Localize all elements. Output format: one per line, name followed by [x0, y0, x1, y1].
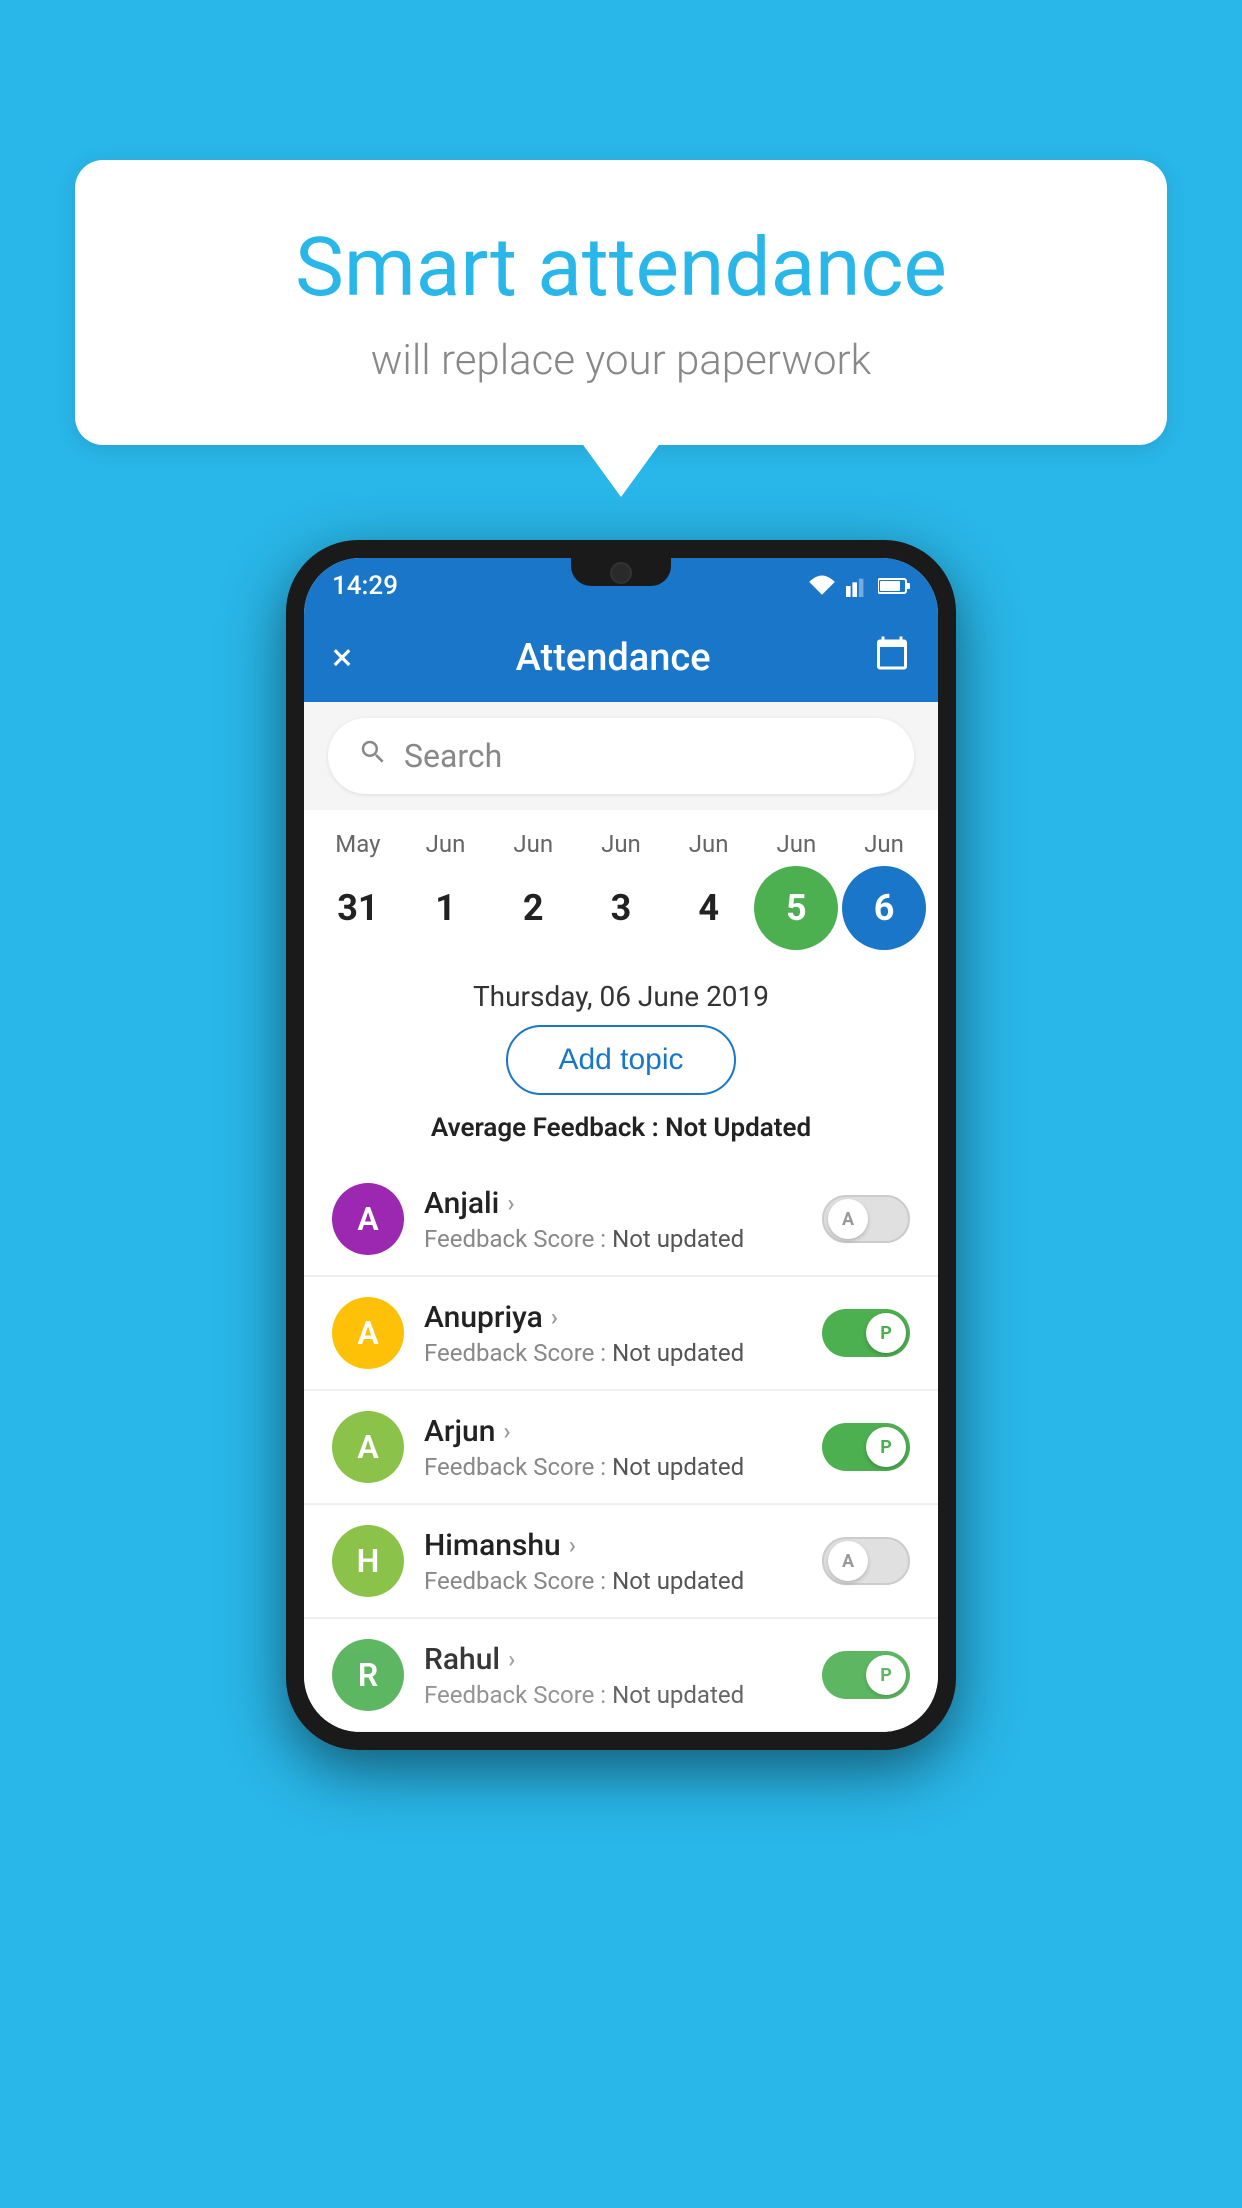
- cal-month-5[interactable]: Jun: [754, 830, 838, 858]
- calendar-dates: 31 1 2 3 4 5 6: [304, 866, 938, 950]
- cal-month-4[interactable]: Jun: [667, 830, 751, 858]
- student-score: Feedback Score : Not updated: [424, 1567, 822, 1595]
- phone-screen: 14:29: [304, 558, 938, 1732]
- student-info: Anupriya › Feedback Score : Not updated: [404, 1300, 822, 1367]
- bubble-subtitle: will replace your paperwork: [125, 336, 1117, 385]
- status-icons: [808, 575, 910, 597]
- cal-month-1[interactable]: Jun: [404, 830, 488, 858]
- calendar-row: May Jun Jun Jun Jun Jun Jun 31 1 2 3 4 5…: [304, 810, 938, 960]
- list-item[interactable]: H Himanshu › Feedback Score : Not update…: [304, 1505, 938, 1618]
- chevron-right-icon: ›: [569, 1531, 576, 1559]
- student-score: Feedback Score : Not updated: [424, 1339, 822, 1367]
- avatar: A: [332, 1183, 404, 1255]
- student-info: Himanshu › Feedback Score : Not updated: [404, 1528, 822, 1595]
- cal-date-1[interactable]: 1: [404, 866, 488, 950]
- app-bar: × Attendance: [304, 614, 938, 702]
- avatar: A: [332, 1411, 404, 1483]
- student-info: Arjun › Feedback Score : Not updated: [404, 1414, 822, 1481]
- student-name: Himanshu ›: [424, 1528, 822, 1563]
- attendance-toggle[interactable]: P: [822, 1423, 910, 1471]
- cal-month-3[interactable]: Jun: [579, 830, 663, 858]
- avatar: R: [332, 1639, 404, 1711]
- selected-date-label: Thursday, 06 June 2019: [304, 960, 938, 1025]
- battery-icon: [878, 577, 910, 595]
- student-list: A Anjali › Feedback Score : Not updated …: [304, 1163, 938, 1732]
- list-item[interactable]: R Rahul › Feedback Score : Not updated P: [304, 1619, 938, 1732]
- toggle-knob: A: [828, 1199, 868, 1239]
- attendance-toggle[interactable]: P: [822, 1309, 910, 1357]
- cal-date-4[interactable]: 4: [667, 866, 751, 950]
- search-placeholder: Search: [404, 737, 502, 775]
- list-item[interactable]: A Arjun › Feedback Score : Not updated P: [304, 1391, 938, 1504]
- toggle-knob: P: [866, 1313, 906, 1353]
- add-topic-button[interactable]: Add topic: [506, 1025, 735, 1095]
- app-bar-title: Attendance: [352, 636, 874, 680]
- avg-feedback-label: Average Feedback :: [431, 1113, 665, 1143]
- search-bar: Search: [304, 702, 938, 810]
- cal-month-6[interactable]: Jun: [842, 830, 926, 858]
- toggle-on[interactable]: P: [822, 1651, 910, 1699]
- student-score: Feedback Score : Not updated: [424, 1453, 822, 1481]
- toggle-on[interactable]: P: [822, 1309, 910, 1357]
- phone-camera: [610, 562, 632, 584]
- search-input[interactable]: Search: [328, 718, 914, 794]
- student-name: Anjali ›: [424, 1186, 822, 1221]
- toggle-on[interactable]: P: [822, 1423, 910, 1471]
- chevron-right-icon: ›: [551, 1303, 558, 1331]
- student-name: Anupriya ›: [424, 1300, 822, 1335]
- cal-date-0[interactable]: 31: [316, 866, 400, 950]
- avg-feedback: Average Feedback : Not Updated: [304, 1113, 938, 1163]
- calendar-months: May Jun Jun Jun Jun Jun Jun: [304, 830, 938, 866]
- student-name: Arjun ›: [424, 1414, 822, 1449]
- student-info: Rahul › Feedback Score : Not updated: [404, 1642, 822, 1709]
- toggle-knob: A: [828, 1541, 868, 1581]
- chevron-right-icon: ›: [507, 1189, 514, 1217]
- avatar: A: [332, 1297, 404, 1369]
- speech-bubble: Smart attendance will replace your paper…: [75, 160, 1167, 445]
- cal-date-2[interactable]: 2: [491, 866, 575, 950]
- close-button[interactable]: ×: [332, 636, 352, 680]
- list-item[interactable]: A Anupriya › Feedback Score : Not update…: [304, 1277, 938, 1390]
- signal-icon: [846, 575, 868, 597]
- chevron-right-icon: ›: [503, 1417, 510, 1445]
- phone-wrapper: 14:29: [286, 540, 956, 1750]
- cal-date-3[interactable]: 3: [579, 866, 663, 950]
- toggle-knob: P: [866, 1427, 906, 1467]
- avg-feedback-value: Not Updated: [665, 1113, 811, 1143]
- student-info: Anjali › Feedback Score : Not updated: [404, 1186, 822, 1253]
- search-icon: [358, 737, 388, 775]
- toggle-knob: P: [866, 1655, 906, 1695]
- attendance-toggle[interactable]: A: [822, 1195, 910, 1243]
- toggle-off[interactable]: A: [822, 1537, 910, 1585]
- student-score: Feedback Score : Not updated: [424, 1225, 822, 1253]
- student-name: Rahul ›: [424, 1642, 822, 1677]
- avatar: H: [332, 1525, 404, 1597]
- list-item[interactable]: A Anjali › Feedback Score : Not updated …: [304, 1163, 938, 1276]
- calendar-button[interactable]: [874, 635, 910, 681]
- attendance-toggle[interactable]: P: [822, 1651, 910, 1699]
- phone-outer: 14:29: [286, 540, 956, 1750]
- phone-notch: [571, 558, 671, 586]
- wifi-icon: [808, 575, 836, 597]
- cal-month-2[interactable]: Jun: [491, 830, 575, 858]
- bubble-title: Smart attendance: [125, 220, 1117, 316]
- student-score: Feedback Score : Not updated: [424, 1681, 822, 1709]
- chevron-right-icon: ›: [508, 1645, 515, 1673]
- attendance-toggle[interactable]: A: [822, 1537, 910, 1585]
- cal-month-0[interactable]: May: [316, 830, 400, 858]
- cal-date-6[interactable]: 6: [842, 866, 926, 950]
- cal-date-5[interactable]: 5: [754, 866, 838, 950]
- add-topic-wrap: Add topic: [304, 1025, 938, 1113]
- toggle-off[interactable]: A: [822, 1195, 910, 1243]
- status-time: 14:29: [332, 571, 398, 601]
